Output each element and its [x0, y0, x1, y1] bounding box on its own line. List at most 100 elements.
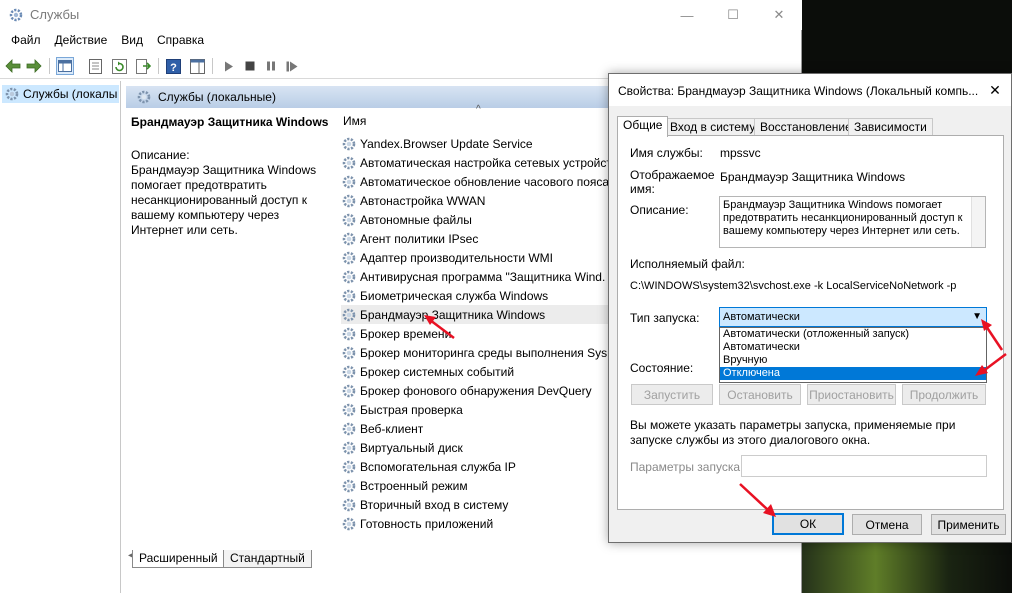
- startup-option[interactable]: Автоматически: [720, 341, 986, 354]
- ok-button[interactable]: ОК: [772, 513, 844, 535]
- exe-path: C:\WINDOWS\system32\svchost.exe -k Local…: [630, 280, 957, 292]
- tab-logon[interactable]: Вход в систему: [664, 118, 762, 136]
- service-name: Виртуальный диск: [360, 440, 463, 455]
- service-name-label: Имя службы:: [630, 146, 703, 160]
- toolbar-separator: [49, 58, 50, 74]
- dialog-description-label: Описание:: [630, 203, 689, 217]
- toolbar-separator: [158, 58, 159, 74]
- startup-params-label: Параметры запуска:: [630, 460, 744, 474]
- description-scrollbar[interactable]: [971, 197, 985, 247]
- cancel-button[interactable]: Отмена: [852, 514, 922, 535]
- refresh-icon[interactable]: [110, 57, 128, 75]
- gear-icon: [342, 156, 356, 169]
- display-name-label: Отображаемое имя:: [630, 168, 715, 196]
- back-arrow-icon[interactable]: [4, 57, 22, 75]
- restart-icon[interactable]: [283, 57, 301, 75]
- pane-header-title: Службы (локальные): [158, 90, 276, 104]
- exe-label: Исполняемый файл:: [630, 257, 745, 271]
- view-tabs: ◀ Расширенный Стандартный: [126, 548, 802, 568]
- console-tree-icon[interactable]: [56, 57, 74, 75]
- desktop-wallpaper-glow: [802, 540, 1012, 593]
- service-name: Встроенный режим: [360, 478, 468, 493]
- minimize-button[interactable]: —: [664, 0, 710, 30]
- service-name: Автоматическое обновление часового пояса: [360, 174, 610, 189]
- dialog-description-box[interactable]: Брандмауэр Защитника Windows помогает пр…: [719, 196, 986, 248]
- gear-icon: [5, 87, 19, 101]
- pause-button[interactable]: Приостановить: [807, 384, 896, 405]
- dialog-close-button[interactable]: ✕: [983, 80, 1007, 100]
- startup-type-select[interactable]: Автоматически ▼: [719, 307, 987, 327]
- service-properties-dialog: Свойства: Брандмауэр Защитника Windows (…: [608, 73, 1012, 543]
- startup-option[interactable]: Автоматически (отложенный запуск): [720, 328, 986, 341]
- service-name: Агент политики IPsec: [360, 231, 479, 246]
- tab-extended[interactable]: Расширенный: [132, 550, 225, 568]
- pause-icon[interactable]: [262, 57, 280, 75]
- gear-icon: [342, 384, 356, 397]
- properties-sheet-icon[interactable]: [86, 57, 104, 75]
- startup-type-dropdown: Автоматически (отложенный запуск) Автомат…: [719, 327, 987, 383]
- description-text: Брандмауэр Защитника Windows помогает пр…: [131, 163, 317, 237]
- tab-dependencies[interactable]: Зависимости: [848, 118, 933, 136]
- startup-option[interactable]: Отключена: [720, 367, 986, 380]
- service-name: Автонастройка WWAN: [360, 193, 486, 208]
- svg-text:?: ?: [170, 62, 177, 74]
- status-label: Состояние:: [630, 361, 694, 375]
- service-name-value: mpssvc: [720, 146, 761, 160]
- annotation-arrow-ok: [739, 483, 776, 517]
- service-name: Брокер фонового обнаружения DevQuery: [360, 383, 592, 398]
- title-bar: Службы — ☐ ✕: [0, 0, 802, 30]
- maximize-button[interactable]: ☐: [710, 0, 756, 30]
- apply-button[interactable]: Применить: [931, 514, 1006, 535]
- show-panel-icon[interactable]: [188, 57, 206, 75]
- description-label: Описание:: [131, 148, 190, 162]
- tree-item-services-local[interactable]: Службы (локалы: [2, 85, 119, 103]
- menu-file[interactable]: Файл: [4, 31, 48, 51]
- service-name: Антивирусная программа "Защитника Wind.: [360, 269, 606, 284]
- column-header-name[interactable]: Имя: [343, 114, 366, 128]
- forward-arrow-icon[interactable]: [25, 57, 43, 75]
- close-button[interactable]: ✕: [756, 0, 802, 30]
- stop-icon[interactable]: [241, 57, 259, 75]
- service-name: Биометрическая служба Windows: [360, 288, 549, 303]
- service-name: Yandex.Browser Update Service: [360, 136, 533, 151]
- dialog-description-text: Брандмауэр Защитника Windows помогает пр…: [723, 199, 963, 237]
- gear-icon: [342, 403, 356, 416]
- start-button[interactable]: Запустить: [631, 384, 713, 405]
- tab-general[interactable]: Общие: [617, 116, 669, 137]
- menu-view[interactable]: Вид: [114, 31, 150, 51]
- resume-button[interactable]: Продолжить: [902, 384, 986, 405]
- help-icon[interactable]: ?: [164, 57, 182, 75]
- tab-standard[interactable]: Стандартный: [223, 550, 312, 568]
- export-list-icon[interactable]: [134, 57, 152, 75]
- gear-icon: [342, 327, 356, 340]
- selected-service-title: Брандмауэр Защитника Windows: [131, 115, 329, 129]
- menu-action[interactable]: Действие: [48, 31, 115, 51]
- startup-type-value: Автоматически: [723, 311, 800, 323]
- gear-icon: [342, 479, 356, 492]
- annotation-arrow-disabled-option: [975, 353, 1007, 376]
- stop-button[interactable]: Остановить: [719, 384, 801, 405]
- gear-icon: [137, 90, 151, 104]
- service-name: Вспомогательная служба IP: [360, 459, 516, 474]
- service-name: Вторичный вход в систему: [360, 497, 509, 512]
- service-name: Адаптер производительности WMI: [360, 250, 554, 265]
- tree-item-label: Службы (локалы: [23, 87, 118, 101]
- service-name: Брокер системных событий: [360, 364, 515, 379]
- gear-icon: [342, 175, 356, 188]
- gear-icon: [342, 194, 356, 207]
- gear-icon: [342, 251, 356, 264]
- menu-help[interactable]: Справка: [150, 31, 211, 51]
- console-tree: Службы (локалы: [0, 81, 121, 593]
- annotation-arrow-service: [424, 315, 455, 339]
- gear-icon: [342, 308, 356, 321]
- gear-icon: [342, 232, 356, 245]
- tab-recovery[interactable]: Восстановление: [754, 118, 858, 136]
- sort-ascending-icon: ^: [476, 104, 481, 115]
- service-name: Веб-клиент: [360, 421, 424, 436]
- dialog-title: Свойства: Брандмауэр Защитника Windows (…: [618, 84, 978, 98]
- menu-bar: Файл Действие Вид Справка: [0, 31, 802, 51]
- startup-params-input[interactable]: [741, 455, 987, 477]
- startup-option[interactable]: Вручную: [720, 354, 986, 367]
- service-name: Автоматическая настройка сетевых устройс…: [360, 155, 612, 170]
- play-icon[interactable]: [220, 57, 238, 75]
